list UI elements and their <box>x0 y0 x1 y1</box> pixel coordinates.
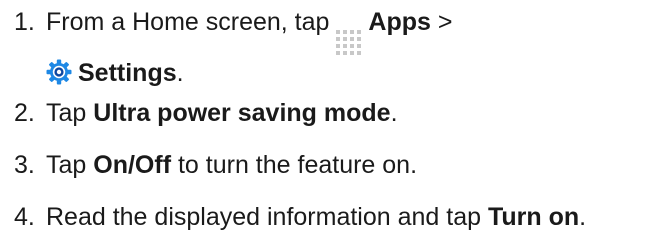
step-3: 3. Tap On/Off to turn the feature on. <box>14 147 417 183</box>
step-number: 2. <box>14 99 35 127</box>
step-4: 4. Read the displayed information and tap… <box>14 199 586 235</box>
on-off-label: On/Off <box>93 151 172 179</box>
turn-on-label: Turn on <box>487 203 580 231</box>
step-text-suffix: to turn the feature on. <box>177 151 418 179</box>
menu-separator: > <box>437 8 453 36</box>
step-number: 3. <box>14 151 35 179</box>
apps-label: Apps <box>368 8 431 36</box>
step-text-suffix: . <box>176 59 184 87</box>
step-text-suffix: . <box>579 203 587 231</box>
step-text: Read the displayed information and tap <box>46 203 482 231</box>
ultra-power-saving-mode-label: Ultra power saving mode <box>93 99 391 127</box>
step-text: Tap <box>46 151 87 179</box>
apps-grid-icon <box>336 29 362 55</box>
step-text: Tap <box>46 99 87 127</box>
settings-label: Settings <box>78 59 177 87</box>
instruction-steps: 1. From a Home screen, tap Apps > Settin… <box>0 0 670 246</box>
step-number: 4. <box>14 203 35 231</box>
step-text-suffix: . <box>390 99 398 127</box>
step-1-line-1: 1. From a Home screen, tap Apps > <box>14 4 452 55</box>
settings-gear-icon <box>46 59 72 95</box>
step-number: 1. <box>14 8 35 36</box>
step-2: 2. Tap Ultra power saving mode. <box>14 95 398 131</box>
step-text: From a Home screen, tap <box>46 8 330 36</box>
step-1-line-2: Settings. <box>14 55 452 95</box>
step-1: 1. From a Home screen, tap Apps > Settin… <box>14 4 452 95</box>
